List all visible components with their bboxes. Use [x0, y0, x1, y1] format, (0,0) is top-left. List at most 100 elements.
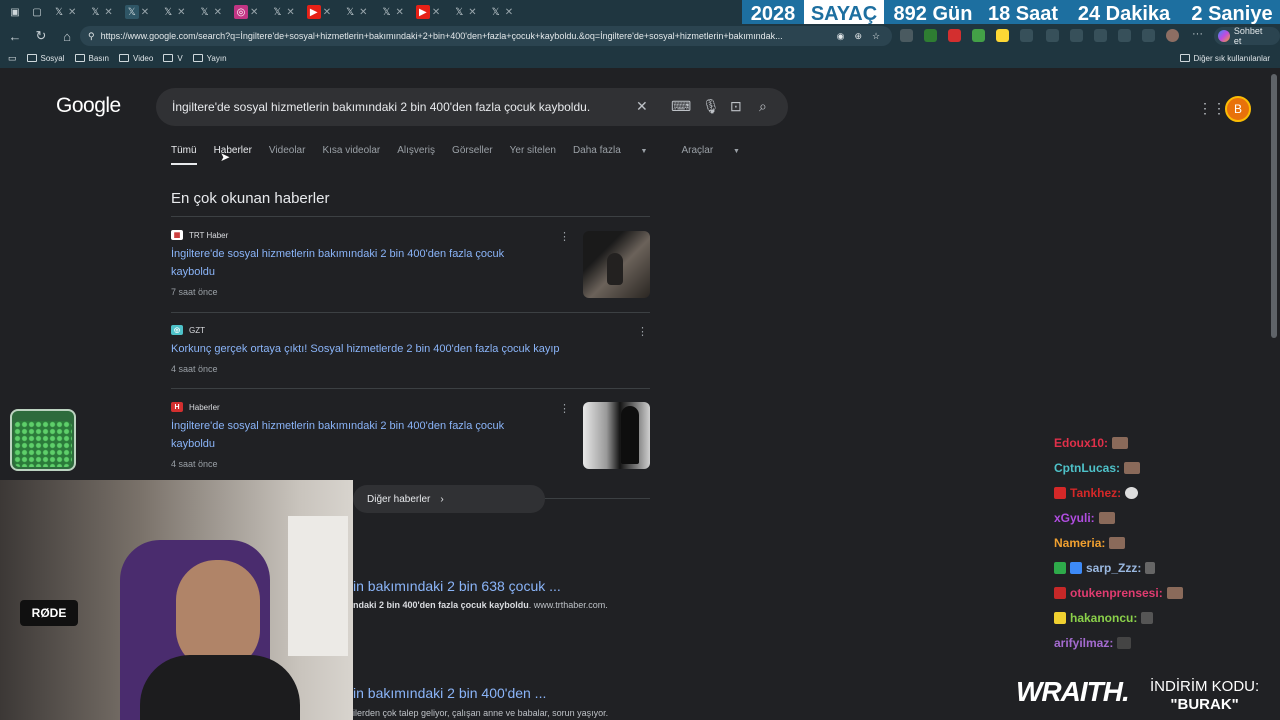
tab-close-icon[interactable]: ✕ [250, 7, 258, 18]
news-title-link[interactable]: İngiltere'de sosyal hizmetlerin bakımınd… [171, 417, 551, 453]
tab-yer-siteleri[interactable]: Yer sitelen [510, 145, 556, 165]
favorites-icon[interactable] [1070, 29, 1083, 42]
tab-close-icon[interactable]: ✕ [396, 7, 404, 18]
tab-videolar[interactable]: Videolar [269, 145, 306, 165]
news-more-options-icon[interactable]: ⋮ [559, 402, 570, 415]
tab-x-icon[interactable]: 𝕏 [452, 5, 466, 19]
location-icon[interactable]: ◉ [837, 31, 845, 42]
extension-3-icon[interactable] [948, 29, 961, 42]
bookmarks-menu-icon[interactable]: ▭ [8, 53, 17, 64]
emote-icon [1125, 486, 1139, 499]
google-logo[interactable]: Google [56, 94, 121, 118]
tab-x-icon[interactable]: 𝕏 [489, 5, 503, 19]
chat-message: hakanoncu: [1054, 605, 1183, 630]
reload-icon[interactable]: ↻ [30, 28, 52, 44]
tab-close-icon[interactable]: ✕ [141, 7, 149, 18]
bookmark-star-icon[interactable]: ☆ [872, 31, 880, 42]
more-news-button[interactable]: Diğer haberler › [353, 485, 545, 513]
tab-x-icon[interactable]: 𝕏 [124, 5, 139, 19]
keyboard-icon[interactable]: ⌨ [671, 98, 691, 115]
site-info-icon[interactable]: ⚲ [88, 31, 95, 42]
webcam-person [176, 560, 260, 670]
split-screen-icon[interactable] [1046, 29, 1059, 42]
tab-close-icon[interactable]: ✕ [177, 7, 185, 18]
bookmark-folder-v[interactable]: V [163, 54, 183, 63]
scrollbar-thumb[interactable] [1271, 74, 1277, 338]
tab-tumu[interactable]: Tümü [171, 145, 197, 165]
tab-close-icon[interactable]: ✕ [104, 7, 112, 18]
zoom-icon[interactable]: ⊕ [854, 31, 862, 42]
tab-x-icon[interactable]: 𝕏 [161, 5, 175, 19]
more-menu-icon[interactable]: ··· [1192, 28, 1203, 40]
tab-close-icon[interactable]: ✕ [214, 7, 222, 18]
emote-icon [1109, 536, 1126, 549]
tab-close-icon[interactable]: ✕ [505, 7, 513, 18]
webcam-body [140, 655, 300, 720]
home-icon[interactable]: ⌂ [56, 29, 78, 44]
bookmark-folder-basin[interactable]: Basın [74, 54, 109, 63]
tab-close-icon[interactable]: ✕ [468, 7, 476, 18]
downloads-icon[interactable] [1142, 29, 1155, 42]
tab-x-icon[interactable]: 𝕏 [52, 5, 66, 19]
bookmark-folder-video[interactable]: Video [119, 54, 153, 63]
bookmark-folder-sosyal[interactable]: Sosyal [26, 54, 65, 63]
page-scrollbar[interactable] [1268, 68, 1280, 720]
tab-daha-fazla[interactable]: Daha fazla ▼ [573, 145, 665, 165]
news-card[interactable]: ◎ GZT Korkunç gerçek ortaya çıktı! Sosya… [171, 325, 650, 389]
news-time: 4 saat önce [171, 459, 218, 469]
chat-username: Tankhez: [1070, 485, 1122, 500]
news-card[interactable]: ▦ TRT Haber İngiltere'de sosyal hizmetle… [171, 230, 650, 313]
tab-close-icon[interactable]: ✕ [432, 7, 440, 18]
tab-x-icon[interactable]: 𝕏 [198, 5, 212, 19]
tab-x-icon[interactable]: 𝕏 [88, 5, 102, 19]
extension-5-icon[interactable] [996, 29, 1009, 42]
tab-x-icon[interactable]: 𝕏 [343, 5, 357, 19]
tab-actions-icon[interactable]: ▣ [8, 5, 22, 19]
tab-close-icon[interactable]: ✕ [359, 7, 367, 18]
tab-araclar-label: Araçlar [681, 145, 714, 156]
search-box[interactable]: İngiltere'de sosyal hizmetlerin bakımınd… [156, 88, 788, 126]
copilot-chat-button[interactable]: Sohbet et [1214, 26, 1280, 46]
news-thumbnail[interactable] [583, 231, 650, 298]
voice-search-icon[interactable]: 🎙 [702, 98, 720, 115]
news-more-options-icon[interactable]: ⋮ [637, 325, 648, 338]
child-silhouette-image [621, 406, 639, 464]
result-title-link[interactable]: in bakımındaki 2 bin 400'den ... [353, 685, 546, 701]
browser-essentials-icon[interactable] [1118, 29, 1131, 42]
url-field[interactable]: ⚲ https://www.google.com/search?q=İngilt… [80, 26, 892, 46]
extension-4-icon[interactable] [972, 29, 985, 42]
tab-x-icon[interactable]: 𝕏 [270, 5, 284, 19]
search-query[interactable]: İngiltere'de sosyal hizmetlerin bakımınd… [172, 100, 590, 114]
back-icon[interactable]: ← [4, 29, 26, 44]
tab-instagram-icon[interactable]: ◎ [233, 5, 248, 19]
tab-araclar[interactable]: Araçlar ▼ [681, 145, 756, 165]
news-thumbnail[interactable] [583, 402, 650, 469]
clear-search-icon[interactable]: ✕ [636, 98, 648, 115]
tab-youtube-icon[interactable]: ▶ [415, 5, 430, 19]
profile-avatar-icon[interactable] [1166, 29, 1179, 42]
tab-close-icon[interactable]: ✕ [68, 7, 76, 18]
tab-gorseller[interactable]: Görseller [452, 145, 493, 165]
other-bookmarks[interactable]: Diğer sık kullanılanlar [1179, 54, 1270, 63]
news-more-options-icon[interactable]: ⋮ [559, 230, 570, 243]
news-title-link[interactable]: Korkunç gerçek ortaya çıktı! Sosyal hizm… [171, 340, 650, 358]
tab-x-icon[interactable]: 𝕏 [380, 5, 394, 19]
search-icon[interactable]: ⌕ [759, 98, 767, 115]
tab-close-icon[interactable]: ✕ [286, 7, 294, 18]
tab-kisa-videolar[interactable]: Kısa videolar [322, 145, 380, 165]
extensions-puzzle-icon[interactable] [1020, 29, 1033, 42]
lens-search-icon[interactable]: ⊡ [730, 98, 742, 115]
tab-alisveris[interactable]: Alışveriş [397, 145, 435, 165]
chat-message: Nameria: [1054, 530, 1183, 555]
bookmark-folder-yayin[interactable]: Yayın [192, 54, 227, 63]
tab-close-icon[interactable]: ✕ [323, 7, 331, 18]
extension-1-icon[interactable] [900, 29, 913, 42]
result-title-link[interactable]: in bakımındaki 2 bin 638 çocuk ... [353, 578, 561, 594]
collections-icon[interactable] [1094, 29, 1107, 42]
account-avatar[interactable]: B [1225, 96, 1251, 122]
news-title-link[interactable]: İngiltere'de sosyal hizmetlerin bakımınd… [171, 245, 551, 281]
tab-youtube-icon[interactable]: ▶ [306, 5, 321, 19]
counter-hours-text: 18 Saat [987, 2, 1059, 25]
extension-2-icon[interactable] [924, 29, 937, 42]
tab-overview-icon[interactable]: ▢ [30, 5, 44, 19]
